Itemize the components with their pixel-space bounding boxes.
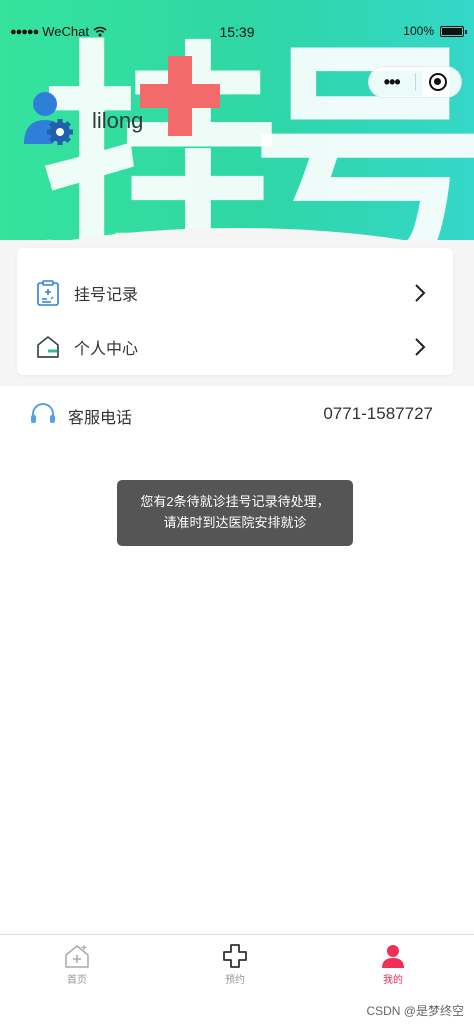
watermark: CSDN @是梦终空 <box>366 1004 464 1018</box>
chevron-right-icon <box>415 284 426 302</box>
chevron-right-icon <box>415 338 426 356</box>
status-right: 100% <box>403 24 467 38</box>
battery-icon <box>440 25 467 37</box>
user-settings-icon[interactable] <box>22 90 76 146</box>
home-plus-icon <box>65 945 89 968</box>
tab-mine-label: 我的 <box>383 975 403 986</box>
cross-icon <box>223 944 247 968</box>
clipboard-icon <box>37 280 59 306</box>
menu-card: 挂号记录 个人中心 <box>17 248 453 375</box>
customer-service-phone[interactable]: 0771-1587727 <box>323 404 433 424</box>
target-icon <box>429 73 448 91</box>
customer-service-label: 客服电话 <box>68 410 133 427</box>
username: lilong <box>92 108 144 133</box>
headset-icon <box>31 403 55 423</box>
home-icon <box>37 336 59 358</box>
toast-message: 您有2条待就诊挂号记录待处理，请准时到达医院安排就诊 <box>117 480 353 546</box>
menu-label-personal-center: 个人中心 <box>74 341 139 358</box>
tab-appointment-label: 预约 <box>225 975 245 986</box>
more-icon[interactable]: ••• <box>369 66 415 98</box>
customer-service-row[interactable]: 客服电话 0771-1587727 <box>0 390 474 438</box>
tab-home-label: 首页 <box>67 975 87 986</box>
miniprogram-capsule: ••• <box>368 66 462 98</box>
menu-item-registration-records[interactable]: 挂号记录 <box>17 266 453 320</box>
user-icon <box>382 945 404 968</box>
close-miniprogram-button[interactable] <box>415 73 461 91</box>
menu-item-personal-center[interactable]: 个人中心 <box>17 320 453 374</box>
banner-red-cross <box>140 56 220 136</box>
menu-label-registration-records: 挂号记录 <box>74 287 139 304</box>
tab-appointment[interactable]: 预约 <box>195 943 275 991</box>
tab-mine[interactable]: 我的 <box>353 943 433 991</box>
battery-percent: 100% <box>403 24 434 38</box>
tab-home[interactable]: 首页 <box>37 943 117 991</box>
tab-bar: 首页 预约 我的 <box>0 934 474 996</box>
status-bar: ●●●●● WeChat 15:39 100% <box>0 0 474 64</box>
